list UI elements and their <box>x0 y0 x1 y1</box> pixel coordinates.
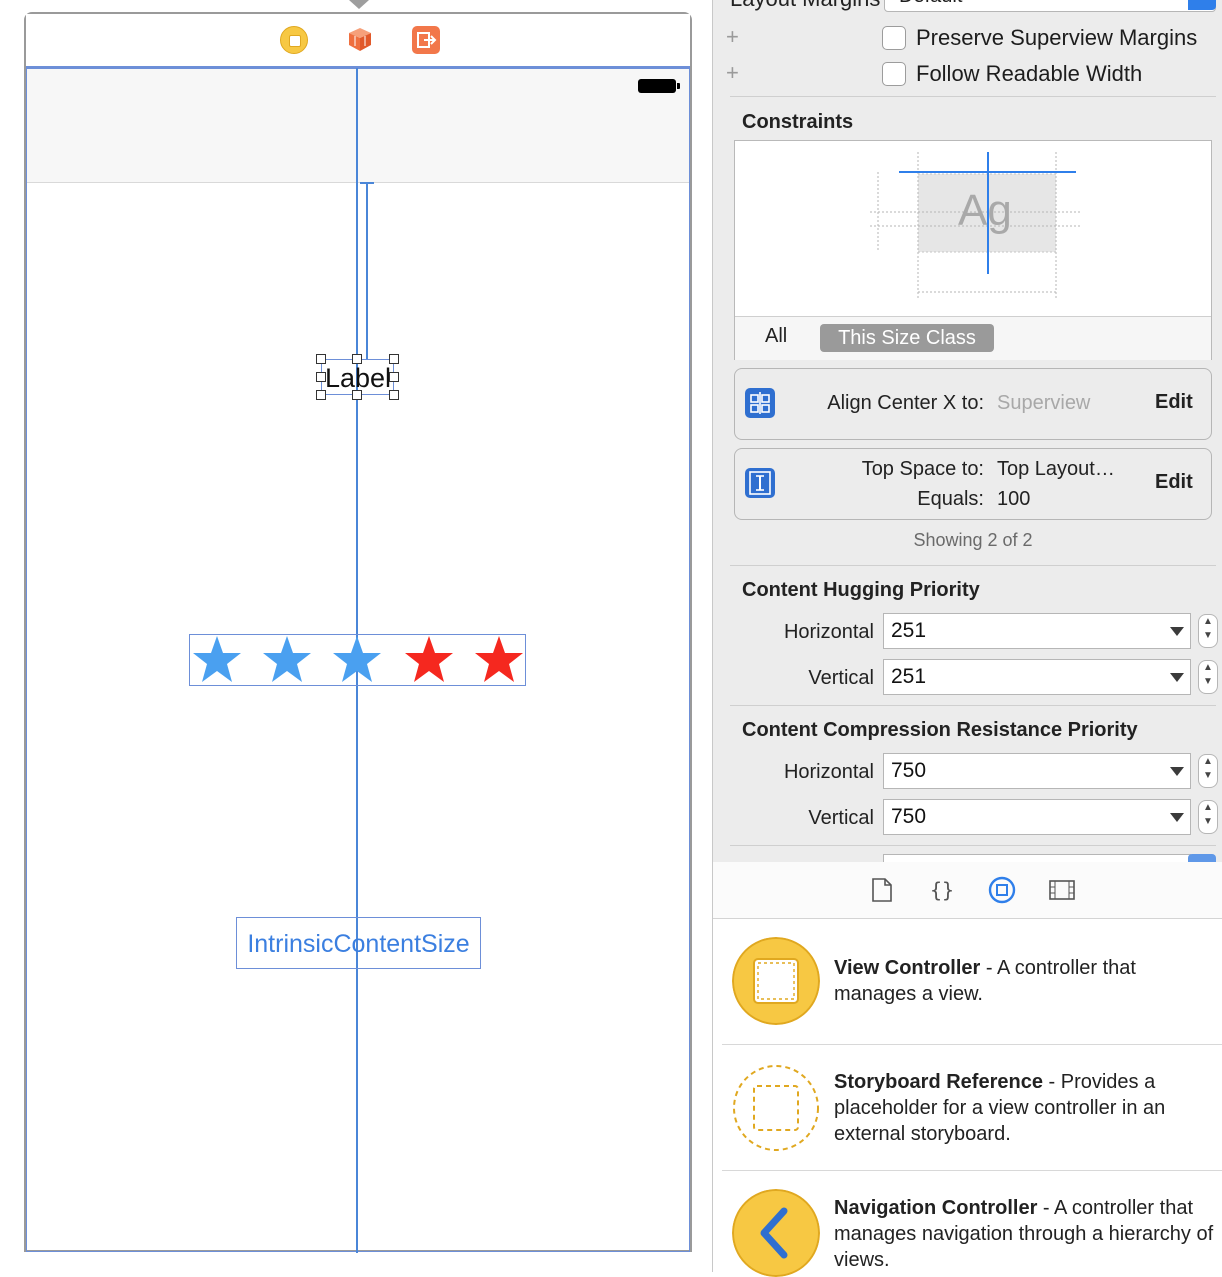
resize-handle-right[interactable] <box>389 372 399 382</box>
divider <box>730 845 1216 846</box>
align-center-x-value: Superview <box>997 392 1091 414</box>
layout-margins-popup[interactable]: Default <box>884 0 1216 12</box>
view-controller-dock-icon[interactable] <box>280 26 308 54</box>
constraints-title: Constraints <box>742 111 854 133</box>
add-variation-plus-icon[interactable]: + <box>726 62 739 84</box>
align-center-x-label: Align Center X to: <box>827 392 984 414</box>
navigation-controller-icon <box>732 1189 820 1277</box>
star-icon-4[interactable] <box>403 634 455 686</box>
media-library-icon[interactable] <box>1048 876 1076 904</box>
library-item-title: Navigation Controller <box>834 1197 1038 1219</box>
content-hugging-title: Content Hugging Priority <box>742 579 980 601</box>
hugging-vertical-stepper[interactable]: ▲ ▼ <box>1198 660 1218 694</box>
constraints-count: Showing 2 of 2 <box>913 530 1033 550</box>
follow-readable-width-checkbox[interactable] <box>882 62 906 86</box>
star-icon-1[interactable] <box>191 634 243 686</box>
chevron-down-icon[interactable] <box>1170 767 1184 776</box>
library-item-description: Storyboard Reference - Provides a placeh… <box>834 1069 1214 1147</box>
size-class-this-tab[interactable]: This Size Class <box>820 324 994 352</box>
chevron-down-icon[interactable] <box>1170 673 1184 682</box>
library-item-title: Storyboard Reference <box>834 1071 1043 1093</box>
battery-icon <box>638 79 680 93</box>
library-item-description: View Controller - A controller that mana… <box>834 955 1214 1007</box>
top-layout-guide-area <box>27 69 689 183</box>
divider <box>730 565 1216 566</box>
compression-horizontal-field[interactable]: 750 <box>883 753 1191 789</box>
resize-handle-top-right[interactable] <box>389 354 399 364</box>
view-controller-icon <box>732 937 820 1025</box>
object-library-icon[interactable] <box>988 876 1016 904</box>
divider <box>730 96 1216 97</box>
star-icon-3[interactable] <box>331 634 383 686</box>
hugging-vertical-label: Vertical <box>808 667 874 689</box>
equals-label: Equals: <box>917 488 984 510</box>
equals-value: 100 <box>997 488 1031 510</box>
resize-handle-bottom[interactable] <box>352 390 362 400</box>
top-space-icon <box>745 468 775 498</box>
top-space-value: Top Layout… <box>997 458 1115 480</box>
top-space-edit-button[interactable]: Edit <box>1155 471 1193 494</box>
intrinsic-content-size-button[interactable]: IntrinsicContentSize <box>236 917 481 969</box>
exit-dock-icon[interactable] <box>412 26 440 54</box>
compression-horizontal-stepper[interactable]: ▲ ▼ <box>1198 754 1218 788</box>
top-space-label: Top Space to: <box>861 458 984 480</box>
compression-horizontal-label: Horizontal <box>783 761 874 783</box>
star-icon-2[interactable] <box>261 634 313 686</box>
hugging-horizontal-label: Horizontal <box>783 621 874 643</box>
star-icon-5[interactable] <box>473 634 525 686</box>
compression-vertical-field[interactable]: 750 <box>883 799 1191 835</box>
compression-vertical-stepper[interactable]: ▲ ▼ <box>1198 800 1218 834</box>
chevron-down-icon[interactable] <box>1170 813 1184 822</box>
layout-margins-label: Layout Margins <box>730 0 880 12</box>
resize-handle-bottom-right[interactable] <box>389 390 399 400</box>
library-tab-bar <box>713 862 1222 919</box>
resize-handle-top-left[interactable] <box>316 354 326 364</box>
align-center-x-icon <box>745 388 775 418</box>
follow-readable-width-label: Follow Readable Width <box>916 61 1143 86</box>
layout-margins-value: Default <box>899 0 962 8</box>
code-snippet-icon[interactable]: {} <box>928 876 956 904</box>
hugging-horizontal-field[interactable]: 251 <box>883 613 1191 649</box>
compression-resistance-title: Content Compression Resistance Priority <box>742 719 1138 741</box>
hugging-vertical-field[interactable]: 251 <box>883 659 1191 695</box>
layout-margins-stepper[interactable] <box>1188 0 1216 10</box>
library-item-description: Navigation Controller - A controller tha… <box>834 1195 1214 1273</box>
svg-text:{}: {} <box>930 878 954 902</box>
preview-glyph: Ag <box>958 186 1012 235</box>
storyboard-reference-icon <box>733 1065 819 1151</box>
resize-handle-top[interactable] <box>352 354 362 364</box>
top-space-constraint-line[interactable] <box>366 182 368 360</box>
divider <box>730 705 1216 706</box>
compression-vertical-label: Vertical <box>808 807 874 829</box>
size-class-all-tab[interactable]: All <box>765 325 787 348</box>
preserve-superview-margins-checkbox[interactable] <box>882 26 906 50</box>
hugging-horizontal-stepper[interactable]: ▲ ▼ <box>1198 614 1218 648</box>
first-responder-cube-icon[interactable] <box>347 26 373 52</box>
library-item-title: View Controller <box>834 957 981 979</box>
resize-handle-bottom-left[interactable] <box>316 390 326 400</box>
align-center-x-edit-button[interactable]: Edit <box>1155 391 1193 414</box>
scene-entry-arrow-icon <box>349 0 369 9</box>
chevron-down-icon[interactable] <box>1170 627 1184 636</box>
file-template-icon[interactable] <box>868 876 896 904</box>
add-variation-plus-icon[interactable]: + <box>726 26 739 48</box>
preserve-superview-margins-label: Preserve Superview Margins <box>916 25 1198 50</box>
resize-handle-left[interactable] <box>316 372 326 382</box>
